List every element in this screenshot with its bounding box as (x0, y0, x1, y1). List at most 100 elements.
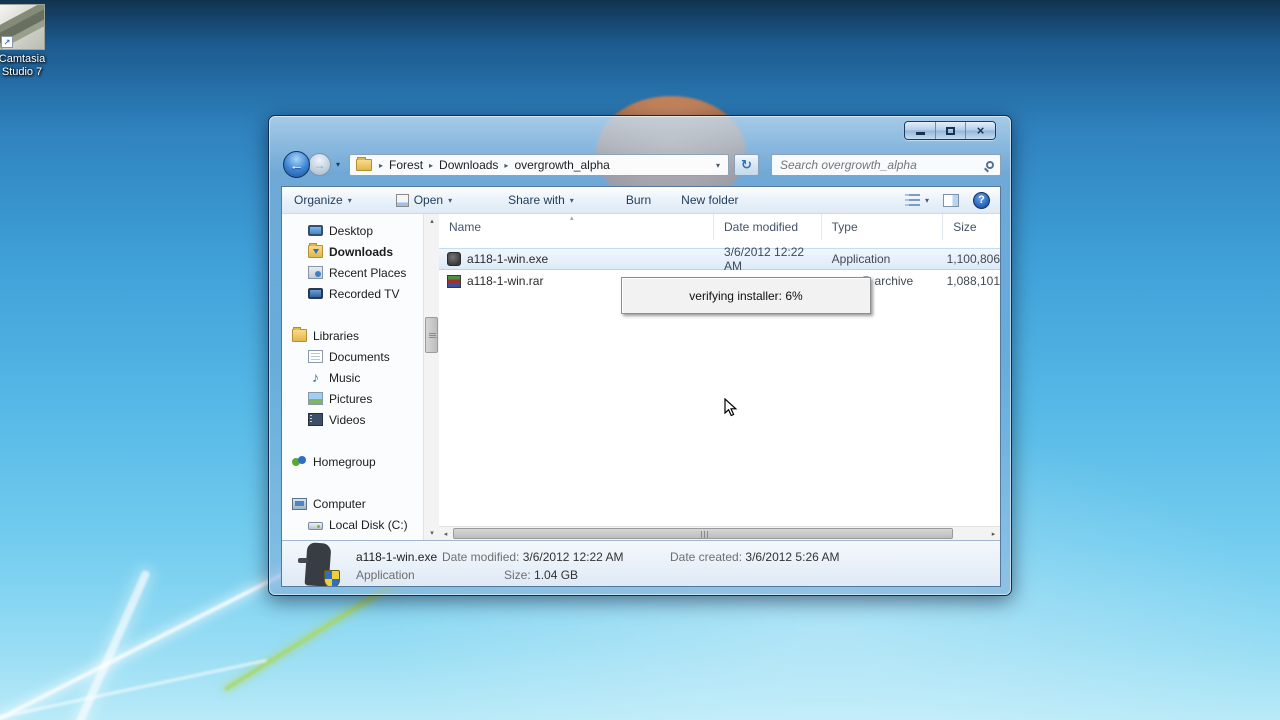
scrollbar-thumb[interactable] (453, 528, 953, 539)
field-label: Size: (504, 568, 531, 582)
desktop-icon (308, 225, 323, 236)
scroll-left-button[interactable]: ◂ (439, 527, 452, 540)
address-dropdown-button[interactable]: ▾ (712, 161, 724, 170)
shortcut-label: Camtasia Studio 7 (0, 53, 46, 78)
column-header-date-modified[interactable]: Date modified (714, 214, 822, 240)
refresh-button[interactable]: ↻ (734, 154, 759, 176)
desktop-shortcut-camtasia[interactable]: ↗ Camtasia Studio 7 (0, 4, 60, 79)
breadcrumb-downloads[interactable]: Downloads (436, 158, 501, 172)
scroll-down-button[interactable]: ▾ (424, 526, 440, 540)
new-folder-label: New folder (681, 193, 739, 207)
history-dropdown-button[interactable]: ▾ (336, 160, 340, 169)
maximize-button[interactable] (935, 122, 965, 139)
sidebar-item-desktop[interactable]: Desktop (282, 220, 423, 241)
sidebar-item-label: Local Disk (C:) (329, 517, 408, 532)
organize-label: Organize (294, 193, 343, 207)
sidebar-item-computer[interactable]: Computer (282, 493, 423, 514)
sidebar-item-label: Computer (313, 496, 366, 511)
file-list: ▴ Name Date modified Type Size a118-1-wi… (439, 214, 1000, 526)
explorer-window: × ← → ▾ ▸ Forest ▸ Downloads ▸ overgrowt… (268, 115, 1012, 596)
details-size: Size: 1.04 GB (504, 568, 578, 582)
forward-button[interactable]: → (308, 153, 331, 176)
scroll-up-button[interactable]: ▴ (424, 214, 440, 228)
crumb-separator-icon: ▸ (379, 160, 384, 170)
file-size-cell: 1,100,806 (946, 252, 1000, 266)
file-name: a118-1-win.rar (467, 274, 544, 288)
column-label: Date modified (723, 220, 799, 234)
sidebar-item-documents[interactable]: Documents (282, 346, 423, 367)
share-with-label: Share with (508, 193, 565, 207)
sidebar-item-label: Downloads (329, 244, 394, 259)
burn-button[interactable]: Burn (626, 193, 651, 207)
navigation-bar: ← → ▾ ▸ Forest ▸ Downloads ▸ overgrowth_… (281, 151, 1001, 178)
sidebar-item-pictures[interactable]: Pictures (282, 388, 423, 409)
sidebar-item-videos[interactable]: Videos (282, 409, 423, 430)
recent-places-icon (308, 266, 323, 279)
details-date-modified: Date modified: 3/6/2012 12:22 AM (442, 550, 623, 564)
sidebar-item-label: Videos (329, 412, 366, 427)
preview-pane-button[interactable] (943, 193, 959, 207)
address-bar[interactable]: ▸ Forest ▸ Downloads ▸ overgrowth_alpha … (349, 154, 729, 176)
change-view-button[interactable]: ▾ (904, 194, 929, 206)
sidebar-item-label: Pictures (329, 391, 373, 406)
videos-icon (308, 413, 323, 426)
search-box (771, 154, 1001, 176)
field-value: 3/6/2012 5:26 AM (745, 550, 840, 564)
sidebar-item-homegroup[interactable]: Homegroup (282, 451, 423, 472)
folder-icon (356, 157, 372, 171)
libraries-icon (292, 327, 307, 342)
field-value: 1.04 GB (534, 568, 579, 582)
navigation-pane: Desktop Downloads Recent Places Recorded… (282, 214, 423, 540)
field-value: 3/6/2012 12:22 AM (522, 550, 624, 564)
sidebar-item-local-disk-c[interactable]: Local Disk (C:) (282, 514, 423, 535)
minimize-button[interactable] (905, 122, 935, 139)
desktop: ↗ Camtasia Studio 7 × ← → ▾ ▸ Forest ▸ D… (0, 0, 1280, 720)
documents-icon (308, 350, 323, 363)
sidebar-item-music[interactable]: ♪ Music (282, 367, 423, 388)
views-icon (904, 194, 920, 206)
open-button[interactable]: Open ▾ (395, 193, 452, 207)
sidebar-item-downloads[interactable]: Downloads (282, 241, 423, 262)
table-row-exe[interactable]: a118-1-win.exe 3/6/2012 12:22 AM Applica… (439, 245, 1000, 273)
uac-shield-icon (324, 570, 340, 586)
back-button[interactable]: ← (283, 151, 310, 178)
column-header-size[interactable]: Size (943, 214, 1000, 240)
sidebar-item-label: Recorded TV (329, 286, 400, 301)
sidebar-item-recent-places[interactable]: Recent Places (282, 262, 423, 283)
installer-figure-icon (298, 558, 308, 563)
column-header-row: ▴ Name Date modified Type Size (439, 214, 1000, 240)
close-button[interactable]: × (965, 122, 995, 139)
music-icon: ♪ (312, 369, 319, 385)
sidebar-item-libraries[interactable]: Libraries (282, 325, 423, 346)
column-label: Name (449, 220, 482, 234)
sidebar-item-label: Libraries (313, 328, 360, 343)
crumb-separator-icon: ▸ (504, 160, 509, 170)
sidebar-scrollbar[interactable]: ▴ ▾ (423, 214, 439, 540)
downloads-icon (308, 243, 323, 258)
help-button[interactable]: ? (973, 191, 990, 209)
column-header-type[interactable]: Type (822, 214, 944, 240)
new-folder-button[interactable]: New folder (681, 193, 738, 207)
horizontal-scrollbar[interactable]: ◂ ▸ (439, 526, 1000, 540)
organize-button[interactable]: Organize ▾ (294, 193, 352, 207)
homegroup-icon (292, 455, 307, 468)
share-with-button[interactable]: Share with ▾ (508, 193, 574, 207)
sidebar-item-label: Documents (329, 349, 390, 364)
recorded-tv-icon (308, 288, 323, 299)
column-header-name[interactable]: Name (439, 214, 714, 240)
field-label: Date modified: (442, 550, 520, 564)
search-input[interactable] (778, 157, 982, 173)
rar-file-icon (447, 274, 461, 288)
chevron-down-icon: ▾ (347, 195, 352, 205)
scroll-right-button[interactable]: ▸ (987, 527, 1000, 540)
file-date-cell: 3/6/2012 12:22 AM (724, 245, 805, 273)
close-icon: × (976, 123, 985, 138)
breadcrumb-overgrowth-alpha[interactable]: overgrowth_alpha (511, 158, 612, 172)
breadcrumb-forest[interactable]: Forest (386, 158, 426, 172)
sidebar-item-recorded-tv[interactable]: Recorded TV (282, 283, 423, 304)
scrollbar-thumb[interactable] (425, 317, 438, 353)
search-icon[interactable] (986, 161, 994, 169)
back-arrow-icon: ← (289, 156, 304, 173)
camtasia-icon: ↗ (0, 4, 45, 50)
sidebar-item-label: Recent Places (329, 265, 407, 280)
